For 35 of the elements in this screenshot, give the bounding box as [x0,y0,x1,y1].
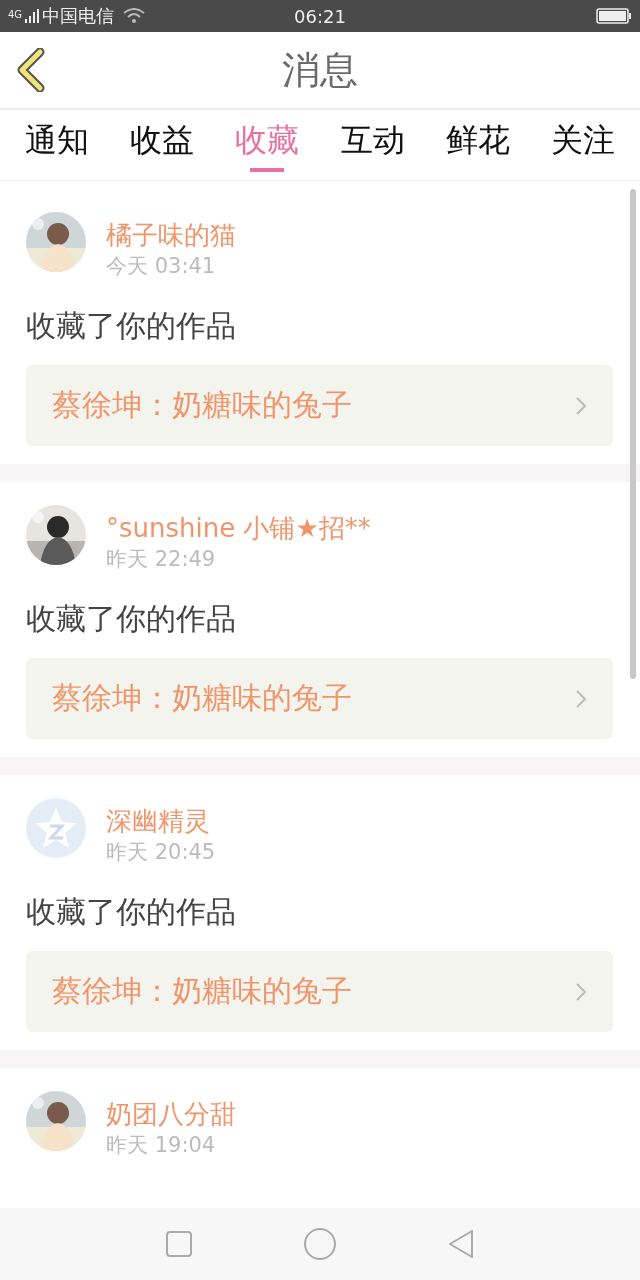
user-name[interactable]: 深幽精灵 [106,804,216,838]
work-link[interactable]: 蔡徐坤：奶糖味的兔子 [26,951,613,1032]
tab[interactable]: 收益 [130,110,194,176]
page-title: 消息 [282,46,358,94]
message-text: 收藏了你的作品 [26,600,237,638]
tab[interactable]: 关注 [551,110,616,176]
message-time: 昨天 20:45 [106,839,216,866]
battery-icon [596,8,632,24]
user-name[interactable]: 奶团八分甜 [106,1097,236,1131]
work-link[interactable]: 蔡徐坤：奶糖味的兔子 [26,365,613,446]
back-icon [16,48,46,92]
message-time: 昨天 22:49 [106,546,217,573]
back-nav-icon[interactable] [447,1228,475,1260]
chevron-right-icon [575,688,587,709]
message-text: 收藏了你的作品 [26,893,237,931]
chevron-right-icon [575,395,587,416]
message-time: 昨天 19:04 [106,1132,217,1159]
tab[interactable]: 鲜花 [446,110,510,176]
network-type: 4G [8,9,23,20]
avatar-icon [26,798,86,858]
wifi-icon [123,8,146,24]
tab[interactable]: 互动 [340,110,405,176]
message-text: 收藏了你的作品 [26,307,237,345]
home-icon[interactable] [303,1227,337,1261]
back-button[interactable] [16,48,46,95]
carrier-name: 中国电信 [42,4,115,28]
clock: 06:21 [294,5,346,27]
chevron-right-icon [575,981,587,1002]
work-link[interactable]: 蔡徐坤：奶糖味的兔子 [26,658,613,739]
signal-icon [25,9,40,23]
tab[interactable]: 通知 [24,110,89,176]
user-name[interactable]: °sunshine 小铺★招** [106,511,371,545]
recent-apps-icon[interactable] [165,1230,193,1258]
user-name[interactable]: 橘子味的猫 [106,218,236,252]
message-time: 今天 03:41 [106,253,217,280]
